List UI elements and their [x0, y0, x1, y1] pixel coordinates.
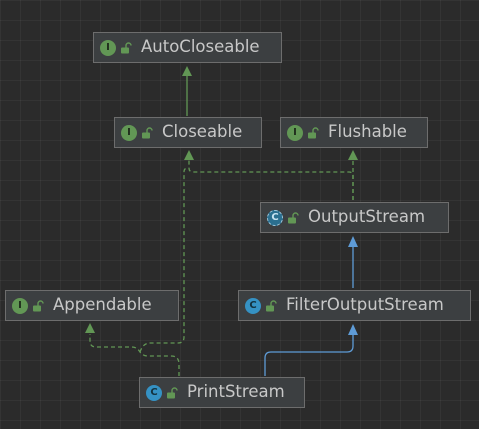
class-hierarchy-diagram: I AutoCloseable I Closeable I Flushable … — [0, 0, 479, 429]
node-label-appendable: Appendable — [53, 295, 152, 315]
node-autocloseable[interactable]: I AutoCloseable — [93, 32, 282, 63]
node-closeable[interactable]: I Closeable — [114, 117, 262, 148]
arrowhead-appendable — [85, 323, 95, 333]
arrowhead-flushable — [348, 150, 358, 160]
node-flushable[interactable]: I Flushable — [280, 117, 428, 148]
abstract-class-icon: C — [267, 209, 283, 226]
node-label-flushable: Flushable — [328, 122, 407, 142]
unlock-icon — [33, 299, 44, 311]
node-filteroutputstream[interactable]: C FilterOutputStream — [238, 290, 471, 321]
node-label-printstream: PrintStream — [187, 382, 285, 402]
node-label-filteroutputstream: FilterOutputStream — [286, 295, 444, 315]
arrowhead-closeable — [184, 150, 194, 160]
unlock-icon — [142, 126, 153, 138]
node-appendable[interactable]: I Appendable — [5, 290, 179, 321]
unlock-icon — [266, 299, 277, 311]
node-outputstream[interactable]: C OutputStream — [260, 202, 449, 233]
arrowhead-outputstream — [348, 236, 358, 247]
arrowhead-autocloseable — [182, 66, 192, 76]
unlock-icon — [121, 41, 132, 53]
interface-icon: I — [121, 124, 137, 141]
edge-outputstream-to-closeable — [188, 154, 354, 200]
arrowhead-filteroutputstream — [348, 324, 358, 335]
class-icon: C — [146, 384, 162, 401]
unlock-icon — [167, 386, 178, 398]
node-label-closeable: Closeable — [162, 122, 243, 142]
node-printstream[interactable]: C PrintStream — [139, 377, 305, 408]
interface-icon: I — [12, 297, 28, 314]
edge-printstream-to-closeable — [139, 167, 189, 353]
interface-icon: I — [287, 124, 303, 141]
edge-printstream-to-appendable — [89, 334, 180, 376]
edge-printstream-to-filteroutputstream — [264, 332, 354, 376]
unlock-icon — [288, 211, 299, 223]
node-label-autocloseable: AutoCloseable — [141, 37, 260, 57]
class-icon: C — [245, 297, 261, 314]
interface-icon: I — [100, 39, 116, 56]
node-label-outputstream: OutputStream — [308, 207, 426, 227]
unlock-icon — [308, 126, 319, 138]
